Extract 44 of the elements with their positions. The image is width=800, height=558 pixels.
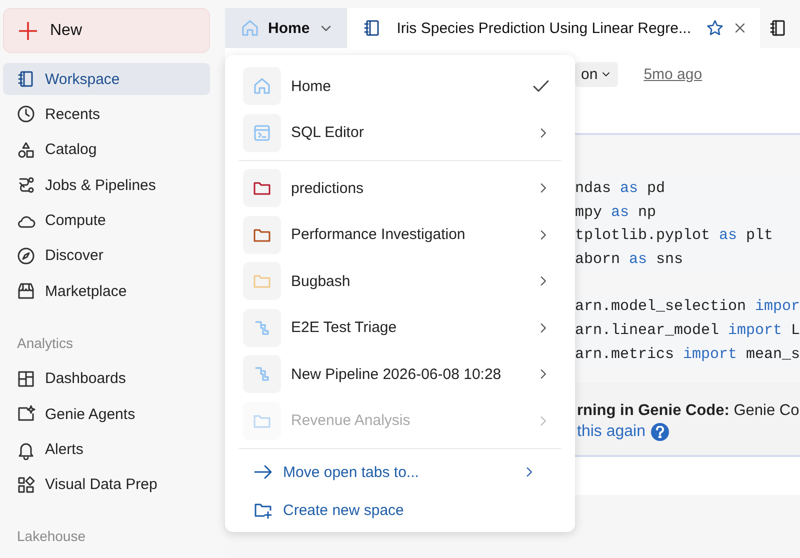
blocks-icon — [16, 474, 36, 495]
move-tabs-item[interactable]: Move open tabs to... — [239, 453, 561, 491]
warning-text: rning in Genie Code: Genie Co — [577, 400, 800, 420]
sidebar-item[interactable]: Dashboards — [3, 362, 210, 395]
sidebar-item[interactable]: Marketplace — [3, 275, 210, 308]
menu-item[interactable]: Home — [239, 63, 561, 110]
sidebar-item[interactable]: Jobs & Pipelines — [3, 169, 210, 202]
clock-icon — [16, 104, 36, 124]
space-tab[interactable]: Home — [225, 8, 346, 48]
terminal-window-icon — [252, 122, 272, 143]
menu-item[interactable]: SQL Editor — [239, 110, 561, 156]
menu-item[interactable]: New Pipeline 2026-06-08 10:28 — [239, 351, 561, 398]
menu-item[interactable]: predictions — [239, 165, 561, 212]
dont-show-link[interactable]: this again — [577, 422, 646, 440]
sidebar-item[interactable]: Compute — [3, 204, 210, 237]
last-edited-link[interactable]: 5mo ago — [644, 66, 702, 82]
language-dropdown[interactable]: on — [575, 62, 618, 86]
menu-item[interactable]: Performance Investigation — [239, 212, 561, 258]
sidebar-item[interactable]: Visual Data Prep — [3, 468, 210, 501]
menu-item[interactable]: E2E Test Triage — [239, 304, 561, 351]
section-heading: Analytics — [16, 334, 74, 351]
house-icon — [240, 18, 260, 38]
menu-item[interactable]: Bugbash — [239, 258, 561, 304]
store-icon — [16, 281, 36, 302]
help-icon[interactable] — [650, 422, 668, 440]
house-icon — [252, 76, 272, 96]
sidebar-item[interactable]: Alerts — [3, 434, 210, 466]
sidebar-item[interactable]: Catalog — [3, 134, 210, 166]
new-button[interactable]: New — [3, 8, 210, 53]
shapes-icon — [16, 140, 36, 160]
dashboard-icon — [16, 368, 36, 389]
notebook-icon — [362, 18, 382, 38]
plus-icon — [18, 20, 38, 40]
sidebar-item[interactable]: Recents — [3, 98, 210, 130]
notebook-tab[interactable]: Iris Species Prediction Using Linear Regre... — [346, 8, 760, 48]
section-heading: Lakehouse — [16, 528, 87, 544]
notebook-icon — [16, 69, 36, 89]
star-icon[interactable] — [706, 19, 724, 37]
compass-icon — [16, 246, 36, 266]
sidebar-item[interactable]: Genie Agents — [3, 398, 210, 430]
sidebar-item[interactable]: Workspace — [3, 63, 210, 95]
sidebar-item[interactable]: Discover — [3, 240, 210, 272]
create-space-item[interactable]: Create new space — [239, 491, 561, 529]
notebook-icon — [768, 18, 788, 38]
